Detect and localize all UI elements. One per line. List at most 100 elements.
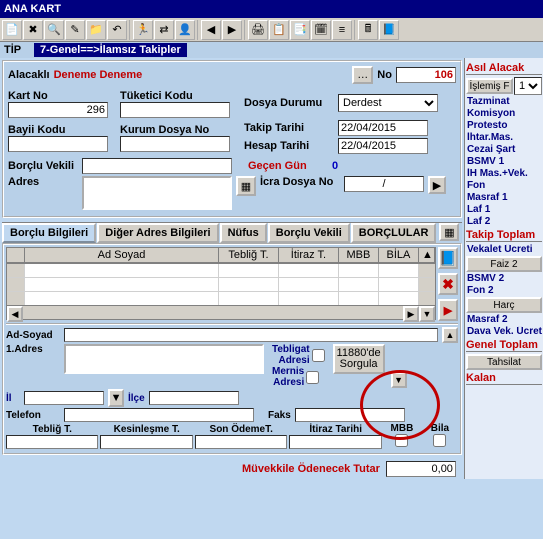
side-harc-button[interactable]: Harç: [466, 297, 542, 313]
side-laf1[interactable]: Laf 1: [466, 204, 542, 215]
teblig-t-input[interactable]: [6, 435, 98, 449]
ilce-input[interactable]: [149, 391, 239, 405]
tebligat-label-2: Adresi: [272, 355, 310, 366]
toolbar-delete-icon[interactable]: ✖: [23, 20, 43, 40]
takip-tarihi-input[interactable]: [338, 120, 428, 136]
side-dava-vek-ucret[interactable]: Dava Vek. Ücret: [466, 326, 542, 337]
toolbar-copy-icon[interactable]: 📋: [269, 20, 289, 40]
adres1-textarea[interactable]: [64, 344, 264, 374]
side-ih-mas-vek[interactable]: İH Mas.+Vek.: [466, 168, 542, 179]
toolbar-undo-icon[interactable]: ↶: [107, 20, 127, 40]
faks-input[interactable]: [295, 408, 405, 422]
toolbar-list-icon[interactable]: ≡: [332, 20, 352, 40]
grid-doc-button[interactable]: 📘: [438, 247, 458, 269]
mernis-checkbox[interactable]: [306, 371, 319, 384]
side-tazminat[interactable]: Tazminat: [466, 96, 542, 107]
tuketici-kodu-input[interactable]: [120, 102, 230, 118]
side-masraf1[interactable]: Masraf 1: [466, 192, 542, 203]
side-fon2[interactable]: Fon 2: [466, 285, 542, 296]
side-islemis-select[interactable]: 1.: [514, 77, 542, 95]
icra-dosya-no-input[interactable]: [344, 176, 424, 192]
il-label: İl: [6, 393, 20, 404]
tab-nufus[interactable]: Nüfus: [220, 223, 267, 243]
telefon-input[interactable]: [64, 408, 254, 422]
side-ihtar-mas[interactable]: İhtar.Mas.: [466, 132, 542, 143]
mbb-checkbox[interactable]: [395, 434, 408, 447]
side-protesto[interactable]: Protesto: [466, 120, 542, 131]
borclu-vekili-label: Borçlu Vekili: [8, 160, 78, 172]
alacakli-lookup-button[interactable]: …: [352, 66, 373, 84]
toolbar-calculator-icon[interactable]: 🖩: [358, 20, 378, 40]
grid-scroll-down[interactable]: ▼: [419, 306, 435, 322]
no-input[interactable]: [396, 67, 456, 83]
side-vekalet-ucreti[interactable]: Vekalet Ücreti: [466, 244, 542, 255]
grid-header-adsoyad[interactable]: Ad Soyad: [25, 248, 219, 263]
ad-soyad-input[interactable]: [64, 328, 438, 342]
grid-scroll-up[interactable]: ▲: [419, 248, 435, 263]
detail-scroll-down[interactable]: ▼: [391, 372, 407, 388]
detail-scroll-up[interactable]: ▲: [442, 327, 458, 343]
side-cezai-sart[interactable]: Cezai Şart: [466, 144, 542, 155]
toolbar-user-icon[interactable]: 👤: [175, 20, 195, 40]
tabs-grid-button[interactable]: ▦: [439, 223, 459, 241]
side-faiz2-button[interactable]: Faiz 2: [466, 256, 542, 272]
grid-body[interactable]: ◀ ▶ ▼: [6, 264, 436, 320]
bayii-kodu-input[interactable]: [8, 136, 108, 152]
toolbar-print-icon[interactable]: 🖨: [248, 20, 268, 40]
toolbar-transfer-icon[interactable]: ⇄: [154, 20, 174, 40]
ilce-label: İlçe: [128, 393, 145, 404]
toolbar-report-icon[interactable]: 📑: [290, 20, 310, 40]
toolbar-search-icon[interactable]: 🔍: [44, 20, 64, 40]
toolbar-next-icon[interactable]: ▶: [222, 20, 242, 40]
kesinlesme-t-input[interactable]: [100, 435, 192, 449]
il-dropdown[interactable]: ▼: [108, 389, 124, 407]
tip-row: TİP 7-Genel==>İlamsız Takipler: [0, 42, 543, 58]
tebligat-checkbox[interactable]: [312, 349, 325, 362]
tab-diger-adres[interactable]: Diğer Adres Bilgileri: [97, 223, 218, 243]
toolbar-open-icon[interactable]: 📁: [86, 20, 106, 40]
hesap-tarihi-input[interactable]: [338, 138, 428, 154]
tab-borclu-vekili[interactable]: Borçlu Vekili: [268, 223, 350, 243]
bila-checkbox[interactable]: [433, 434, 446, 447]
grid-delete-button[interactable]: ✖: [438, 273, 458, 295]
grid-scroll-right[interactable]: ▶: [403, 306, 419, 322]
grid-header-itiraz[interactable]: İtiraz T.: [279, 248, 339, 263]
kart-no-input[interactable]: [8, 102, 108, 118]
toolbar-prev-icon[interactable]: ◀: [201, 20, 221, 40]
grid-scroll-left[interactable]: ◀: [7, 306, 23, 322]
kurum-dosya-no-input[interactable]: [120, 136, 230, 152]
adres-textarea[interactable]: [82, 176, 232, 210]
toolbar-new-icon[interactable]: 📄: [2, 20, 22, 40]
tab-borclu-bilgileri[interactable]: Borçlu Bilgileri: [2, 223, 96, 243]
sorgula-button[interactable]: 11880'de Sorgula: [333, 344, 385, 374]
side-tahsilat-button[interactable]: Tahsilat: [466, 354, 542, 370]
side-islemis-button[interactable]: İşlemiş F: [466, 78, 513, 94]
side-fon[interactable]: Fon: [466, 180, 542, 191]
toolbar-book-icon[interactable]: 📘: [379, 20, 399, 40]
grid-header-bila[interactable]: BİLA: [379, 248, 419, 263]
toolbar-calendar-icon[interactable]: 🗓: [311, 20, 331, 40]
side-bsmv2[interactable]: BSMV 2: [466, 273, 542, 284]
side-bsmv1[interactable]: BSMV 1: [466, 156, 542, 167]
itiraz-tarihi-label: İtiraz Tarihi: [289, 424, 381, 435]
grid-header-teblig[interactable]: Tebliğ T.: [219, 248, 279, 263]
borclu-vekili-input[interactable]: [82, 158, 232, 174]
grid-header-mbb[interactable]: MBB: [339, 248, 379, 263]
il-input[interactable]: [24, 391, 104, 405]
toolbar-separator: [129, 20, 131, 40]
side-masraf2[interactable]: Masraf 2: [466, 314, 542, 325]
icra-next-button[interactable]: ▶: [428, 176, 446, 194]
mernis-label-2: Adresi: [272, 377, 304, 388]
tab-borclular[interactable]: BORÇLULAR: [351, 223, 437, 243]
window-title: ANA KART: [4, 3, 61, 15]
son-odeme-t-input[interactable]: [195, 435, 287, 449]
adres-grid-button[interactable]: ▦: [236, 176, 256, 196]
side-komisyon[interactable]: Komisyon: [466, 108, 542, 119]
muvekkile-input[interactable]: [386, 461, 456, 477]
itiraz-tarihi-input[interactable]: [289, 435, 381, 449]
side-laf2[interactable]: Laf 2: [466, 216, 542, 227]
toolbar-edit-icon[interactable]: ✎: [65, 20, 85, 40]
grid-next-button[interactable]: ▶: [438, 299, 458, 321]
dosya-durumu-select[interactable]: Derdest: [338, 94, 438, 112]
toolbar-person-run-icon[interactable]: 🏃: [133, 20, 153, 40]
